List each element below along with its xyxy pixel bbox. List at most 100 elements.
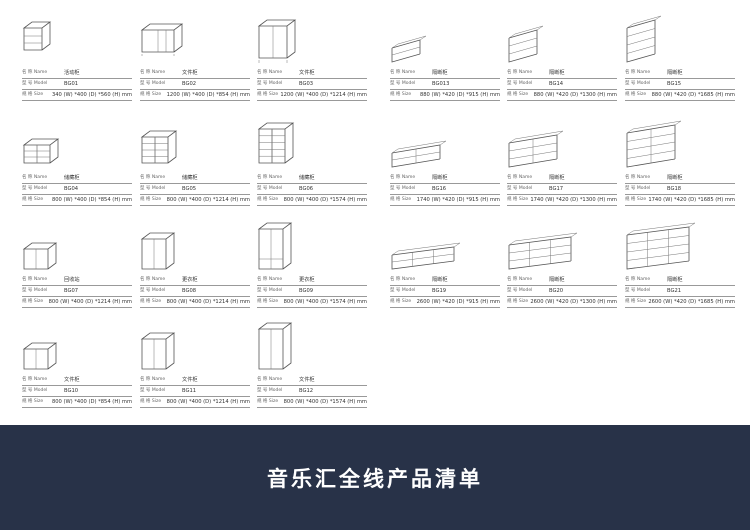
spec-value-size: 2600 (W) *420 (D) *915 (H) mm (416, 299, 500, 305)
two-door-cabinet-icon (22, 342, 58, 370)
spec-label-size: 规 格 Size (140, 399, 162, 404)
spec-label-name: 名 称 Name (507, 175, 533, 180)
spec-value-name: 文件柜 (64, 377, 80, 383)
spec-value-model: BG013 (432, 81, 450, 87)
two-door-cabinet-icon (257, 322, 293, 370)
partition-shelf-icon (391, 35, 427, 63)
spec-row-size: 规 格 Size 800 (W) *400 (D) *854 (H) mm (22, 397, 132, 408)
partition-shelf-xwide-icon (508, 232, 578, 270)
footer-banner: 音乐汇全线产品清单 (0, 425, 750, 530)
spec-value-model: BG02 (182, 81, 197, 87)
spec-value-model: BG04 (64, 186, 79, 192)
spec-label-size: 规 格 Size (507, 299, 529, 304)
spec-row-name: 名 称 Name 隔断柜 (625, 275, 735, 286)
spec-row-name: 名 称 Name 活动柜 (22, 68, 132, 79)
spec-row-model: 型 号 Model BG19 (390, 286, 500, 297)
partition-shelf-xwide-icon (391, 242, 461, 270)
spec-value-size: 800 (W) *400 (D) *1214 (H) mm (166, 197, 250, 203)
spec-label-size: 规 格 Size (22, 399, 44, 404)
spec-value-name: 活动柜 (64, 70, 80, 76)
product-spec-table: 名 称 Name 储藏柜型 号 Model BG05 规 格 Size 800 (W) … (140, 173, 250, 206)
spec-value-name: 隔断柜 (432, 175, 448, 181)
spec-row-name: 名 称 Name 文件柜 (257, 375, 367, 386)
partition-shelf-xwide-icon (626, 222, 696, 270)
spec-row-name: 名 称 Name 隔断柜 (390, 275, 500, 286)
spec-label-size: 规 格 Size (390, 299, 412, 304)
spec-value-model: BG18 (667, 186, 682, 192)
spec-value-name: 隔断柜 (667, 175, 683, 181)
spec-row-size: 规 格 Size 800 (W) *400 (D) *854 (H) mm (22, 195, 132, 206)
product-spec-table: 名 称 Name 隔断柜型 号 Model BG17 规 格 Size 1740 (W)… (507, 173, 617, 206)
spec-value-size: 2600 (W) *420 (D) *1300 (H) mm (530, 299, 617, 305)
spec-label-size: 规 格 Size (390, 197, 412, 202)
two-door-cabinet-icon (140, 232, 176, 270)
spec-value-size: 800 (W) *400 (D) *1574 (H) mm (283, 197, 367, 203)
product-spec-table: 名 称 Name 回收站型 号 Model BG07 规 格 Size 800 (W) … (22, 275, 132, 308)
spec-row-name: 名 称 Name 储藏柜 (22, 173, 132, 184)
spec-row-model: 型 号 Model BG06 (257, 184, 367, 195)
spec-row-size: 规 格 Size 880 (W) *420 (D) *1300 (H) mm (507, 90, 617, 101)
spec-label-size: 规 格 Size (390, 92, 412, 97)
spec-value-size: 1740 (W) *420 (D) *1685 (H) mm (648, 197, 735, 203)
spec-value-name: 文件柜 (182, 377, 198, 383)
spec-row-size: 规 格 Size 1740 (W) *420 (D) *915 (H) mm (390, 195, 500, 206)
spec-value-model: BG19 (432, 288, 447, 294)
spec-label-name: 名 称 Name (140, 70, 166, 75)
partition-shelf-icon (626, 15, 662, 63)
file-cabinet-low-icon (140, 23, 184, 56)
product-grid: 名 称 Name 活动柜型 号 Model BG01 规 格 Size 340 (W) … (0, 0, 750, 425)
spec-label-name: 名 称 Name (257, 70, 283, 75)
spec-label-size: 规 格 Size (507, 197, 529, 202)
spec-label-name: 名 称 Name (257, 175, 283, 180)
spec-label-name: 名 称 Name (22, 377, 48, 382)
spec-row-name: 名 称 Name 隔断柜 (507, 68, 617, 79)
spec-value-model: BG03 (299, 81, 314, 87)
product-spec-table: 名 称 Name 储藏柜型 号 Model BG06 规 格 Size 800 (W) … (257, 173, 367, 206)
spec-row-model: 型 号 Model BG17 (507, 184, 617, 195)
spec-value-name: 储藏柜 (299, 175, 315, 181)
spec-row-model: 型 号 Model BG16 (390, 184, 500, 195)
spec-label-name: 名 称 Name (625, 70, 651, 75)
spec-value-model: BG20 (549, 288, 564, 294)
spec-label-name: 名 称 Name (507, 277, 533, 282)
spec-row-model: 型 号 Model BG09 (257, 286, 367, 297)
spec-row-name: 名 称 Name 隔断柜 (507, 173, 617, 184)
spec-value-name: 隔断柜 (549, 70, 565, 76)
product-spec-table: 名 称 Name 隔断柜型 号 Model BG013 规 格 Size 880 (W)… (390, 68, 500, 101)
product-spec-table: 名 称 Name 文件柜型 号 Model BG12 规 格 Size 800 (W) … (257, 375, 367, 408)
spec-value-size: 800 (W) *400 (D) *1214 (H) mm (166, 299, 250, 305)
drawer-cabinet-icon (257, 122, 295, 164)
spec-row-model: 型 号 Model BG20 (507, 286, 617, 297)
spec-value-size: 800 (W) *400 (D) *1214 (H) mm (48, 299, 132, 305)
spec-row-size: 规 格 Size 1740 (W) *420 (D) *1685 (H) mm (625, 195, 735, 206)
spec-row-model: 型 号 Model BG18 (625, 184, 735, 195)
spec-row-model: 型 号 Model BG10 (22, 386, 132, 397)
drawer-cabinet-icon (22, 138, 60, 164)
two-door-cabinet-icon (140, 332, 176, 370)
spec-label-size: 规 格 Size (625, 197, 647, 202)
spec-label-name: 名 称 Name (140, 277, 166, 282)
spec-row-name: 名 称 Name 文件柜 (140, 68, 250, 79)
product-spec-table: 名 称 Name 更衣柜型 号 Model BG08 规 格 Size 800 (W) … (140, 275, 250, 308)
spec-value-size: 1740 (W) *420 (D) *1300 (H) mm (530, 197, 617, 203)
spec-row-name: 名 称 Name 隔断柜 (625, 68, 735, 79)
spec-label-name: 名 称 Name (507, 70, 533, 75)
spec-label-model: 型 号 Model (257, 81, 283, 86)
spec-row-name: 名 称 Name 回收站 (22, 275, 132, 286)
spec-label-size: 规 格 Size (22, 197, 44, 202)
spec-value-model: BG09 (299, 288, 314, 294)
spec-value-name: 文件柜 (299, 377, 315, 383)
spec-row-model: 型 号 Model BG21 (625, 286, 735, 297)
spec-label-name: 名 称 Name (22, 277, 48, 282)
spec-label-name: 名 称 Name (390, 70, 416, 75)
spec-label-model: 型 号 Model (625, 186, 651, 191)
spec-value-model: BG06 (299, 186, 314, 192)
spec-row-model: 型 号 Model BG05 (140, 184, 250, 195)
spec-label-model: 型 号 Model (507, 81, 533, 86)
spec-value-model: BG17 (549, 186, 564, 192)
spec-row-name: 名 称 Name 储藏柜 (257, 173, 367, 184)
spec-row-name: 名 称 Name 隔断柜 (625, 173, 735, 184)
spec-value-model: BG05 (182, 186, 197, 192)
product-spec-table: 名 称 Name 文件柜型 号 Model BG02 规 格 Size 1200 (W)… (140, 68, 250, 101)
product-spec-table: 名 称 Name 隔断柜型 号 Model BG20 规 格 Size 2600 (W)… (507, 275, 617, 308)
